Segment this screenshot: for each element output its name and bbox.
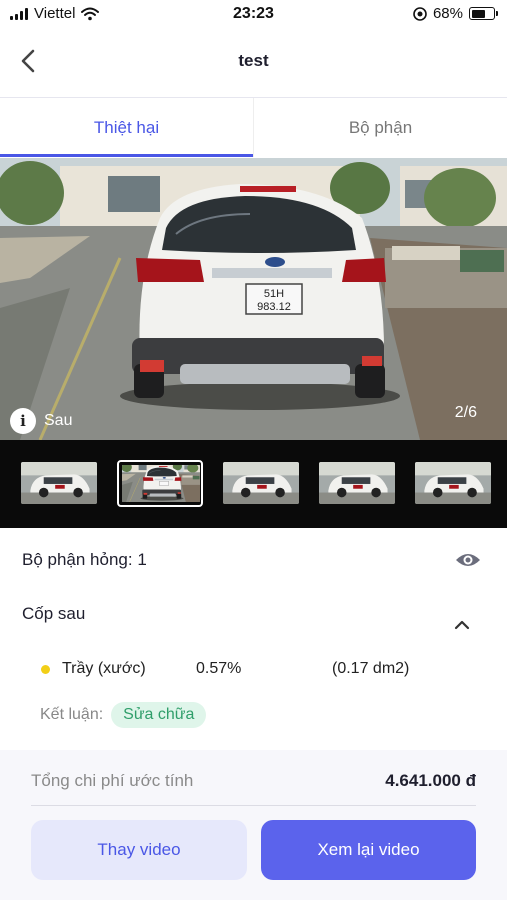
damaged-parts-row: Bộ phận hỏng: 1	[22, 545, 481, 575]
conclusion-label: Kết luận:	[40, 706, 104, 723]
battery-percent: 68%	[432, 5, 463, 22]
screen: Viettel 23:23 68% test Thiệt hại Bộ phận	[0, 0, 507, 900]
damage-item: Trầy (xước) 0.57% (0.17 dm2)	[40, 658, 460, 682]
replace-video-button[interactable]: Thay video	[31, 820, 247, 880]
battery-icon	[469, 7, 498, 20]
photo-caption-label: Sau	[44, 412, 73, 429]
damage-percent: 0.57%	[196, 660, 242, 677]
damage-area: (0.17 dm2)	[332, 660, 410, 677]
divider	[31, 805, 476, 806]
license-plate: 51H 983.12	[257, 288, 291, 313]
info-icon[interactable]: i	[10, 408, 36, 434]
tab-damage[interactable]: Thiệt hại	[0, 98, 253, 157]
estimated-total-value: 4.641.000 đ	[385, 771, 476, 790]
estimated-total-label: Tổng chi phí ước tính	[31, 771, 194, 790]
part-name: Cốp sau	[22, 604, 86, 623]
tab-parts[interactable]: Bộ phận	[253, 98, 507, 157]
thumbnail-5[interactable]	[415, 462, 491, 504]
thumbnail-3[interactable]	[223, 462, 299, 504]
photo-counter: 2/6	[454, 404, 477, 421]
tab-bar: Thiệt hại Bộ phận	[0, 97, 507, 157]
conclusion-badge: Sửa chữa	[111, 702, 207, 728]
damage-severity-dot	[41, 665, 50, 674]
thumbnail-4[interactable]	[319, 462, 395, 504]
thumbnail-1[interactable]	[21, 462, 97, 504]
plate-line-2: 983.12	[257, 301, 291, 313]
thumbnail-strip	[0, 440, 507, 528]
location-icon	[413, 6, 427, 21]
plate-line-1: 51H	[264, 288, 284, 300]
thumbnail-2[interactable]	[117, 460, 203, 507]
chevron-up-icon[interactable]	[451, 614, 473, 636]
status-bar: Viettel 23:23 68%	[0, 0, 507, 28]
estimated-total-row: Tổng chi phí ước tính 4.641.000 đ	[31, 771, 476, 791]
damage-type: Trầy (xước)	[62, 660, 146, 677]
bottom-panel: Tổng chi phí ước tính 4.641.000 đ Thay v…	[0, 750, 507, 900]
battery-fill	[471, 9, 486, 18]
status-right: 68%	[413, 5, 498, 22]
page-title: test	[238, 51, 269, 70]
damaged-parts-count: Bộ phận hỏng: 1	[22, 550, 147, 569]
photo-caption[interactable]: i Sau	[10, 408, 72, 434]
header: test	[0, 28, 507, 96]
eye-icon[interactable]	[455, 550, 481, 570]
conclusion-row: Kết luận: Sửa chữa	[40, 702, 207, 728]
review-video-button[interactable]: Xem lại video	[261, 820, 476, 880]
